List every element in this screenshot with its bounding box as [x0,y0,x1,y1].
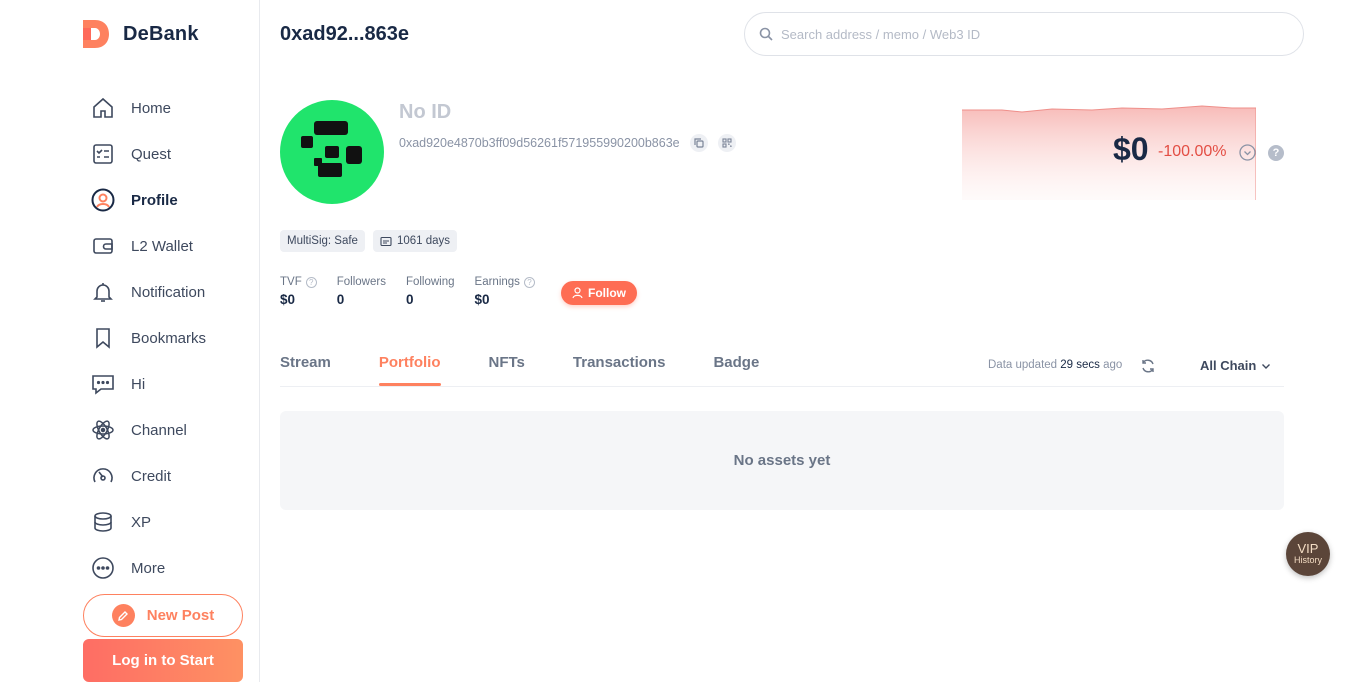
sidebar-item-hi[interactable]: Hi [90,361,206,407]
new-post-label: New Post [146,607,215,624]
sidebar-item-quest[interactable]: Quest [90,131,206,177]
stat-value: $0 [280,292,296,307]
home-icon [90,95,116,121]
stat-followers[interactable]: Followers 0 [337,276,386,307]
login-button[interactable]: Log in to Start [83,639,243,682]
user-icon [572,287,583,299]
stat-label: TVF [280,276,302,288]
avatar [280,100,384,204]
sidebar-item-label: Notification [131,283,206,301]
logo[interactable]: DeBank [83,20,199,48]
multisig-tag: MultiSig: Safe [280,230,365,252]
stat-value: 0 [336,292,345,307]
portfolio-empty: No assets yet [280,411,1284,510]
profile-tags: MultiSig: Safe 1061 days [280,230,465,252]
calendar-icon [380,236,392,246]
sidebar: DeBank Home Quest Profile L2 Wallet Noti… [0,0,260,682]
updated-prefix: Data updated [988,359,1058,371]
vip-subtitle: History [1293,555,1322,565]
search-icon [759,27,773,41]
tab-transactions[interactable]: Transactions [573,354,666,386]
stat-label: Earnings [474,276,520,288]
stat-label: Following [405,276,455,288]
sidebar-nav: Home Quest Profile L2 Wallet Notificatio… [90,85,206,591]
data-updated: Data updated 29 secs ago [988,359,1122,371]
new-post-button[interactable]: New Post [83,594,243,637]
tab-portfolio[interactable]: Portfolio [378,354,441,386]
debank-logo-icon [83,20,109,48]
sidebar-item-label: Profile [131,191,178,209]
qrcode-icon[interactable] [717,134,736,152]
stat-value: 0 [405,292,414,307]
sidebar-item-label: Hi [131,375,146,393]
search-bar[interactable] [744,12,1304,56]
chevron-down-icon [1262,363,1271,369]
search-input[interactable] [781,26,1261,42]
sidebar-item-l2-wallet[interactable]: L2 Wallet [90,223,206,269]
sidebar-item-xp[interactable]: XP [90,499,206,545]
sidebar-item-more[interactable]: More [90,545,206,591]
sidebar-item-bookmarks[interactable]: Bookmarks [90,315,206,361]
balance-value: $0 [1113,131,1149,167]
quest-icon [90,141,116,167]
pen-icon [111,604,135,627]
tab-nfts[interactable]: NFTs [489,354,525,386]
sidebar-item-label: XP [131,513,152,531]
sidebar-item-profile[interactable]: Profile [90,177,206,223]
brand-name: DeBank [123,22,199,45]
help-icon[interactable]: ? [523,276,535,288]
profile-icon [90,187,116,213]
address-text: 0xad920e4870b3ff09d56261f571955990200b86… [399,136,680,150]
updated-time: 29 secs [1060,359,1100,371]
sidebar-item-notification[interactable]: Notification [90,269,206,315]
vip-history-button[interactable]: VIP History [1286,532,1330,576]
bookmark-icon [90,325,116,351]
sidebar-item-home[interactable]: Home [90,85,206,131]
updated-suffix: ago [1103,359,1123,371]
stat-value: $0 [474,292,490,307]
profile-stats: TVF? $0 Followers 0 Following 0 Earnings… [280,276,555,307]
sidebar-item-channel[interactable]: Channel [90,407,206,453]
balance-change: -100.00% [1158,143,1227,160]
age-tag: 1061 days [372,230,458,252]
sidebar-item-credit[interactable]: Credit [90,453,206,499]
more-icon [90,555,116,581]
follow-button[interactable]: Follow [561,281,637,305]
stat-label: Followers [336,276,386,288]
wallet-icon [90,233,116,259]
sidebar-item-label: Credit [131,467,172,485]
profile-tabs: Stream Portfolio NFTs Transactions Badge [280,354,807,386]
tab-stream[interactable]: Stream [280,354,331,386]
chain-filter-label: All Chain [1200,358,1257,373]
sidebar-item-label: Bookmarks [131,329,207,347]
sidebar-item-label: Home [131,99,172,117]
page-title: 0xad92...863e [280,23,409,45]
gauge-icon [90,463,116,489]
chevron-down-icon[interactable] [1239,144,1256,161]
full-address: 0xad920e4870b3ff09d56261f571955990200b86… [399,134,736,152]
refresh-icon[interactable] [1140,358,1156,374]
sidebar-item-label: More [131,559,166,577]
tab-badge[interactable]: Badge [713,354,759,386]
atom-icon [90,417,116,443]
sidebar-item-label: Quest [131,145,172,163]
bell-icon [90,279,116,305]
help-icon[interactable]: ? [1268,145,1284,161]
coins-stack-icon [90,509,116,535]
age-tag-label: 1061 days [396,235,451,247]
copy-icon[interactable] [689,134,708,152]
stat-following[interactable]: Following 0 [406,276,455,307]
vip-title: VIP [1297,541,1319,556]
sidebar-item-label: L2 Wallet [131,237,193,255]
follow-label: Follow [588,286,626,300]
sidebar-item-label: Channel [131,421,187,439]
help-icon[interactable]: ? [305,276,317,288]
stat-earnings: Earnings? $0 [475,276,535,307]
profile-name: No ID [399,101,452,123]
stat-tvf: TVF? $0 [280,276,317,307]
chain-filter[interactable]: All Chain [1200,358,1272,373]
tabs-divider [280,386,1284,387]
chat-icon [90,371,116,397]
